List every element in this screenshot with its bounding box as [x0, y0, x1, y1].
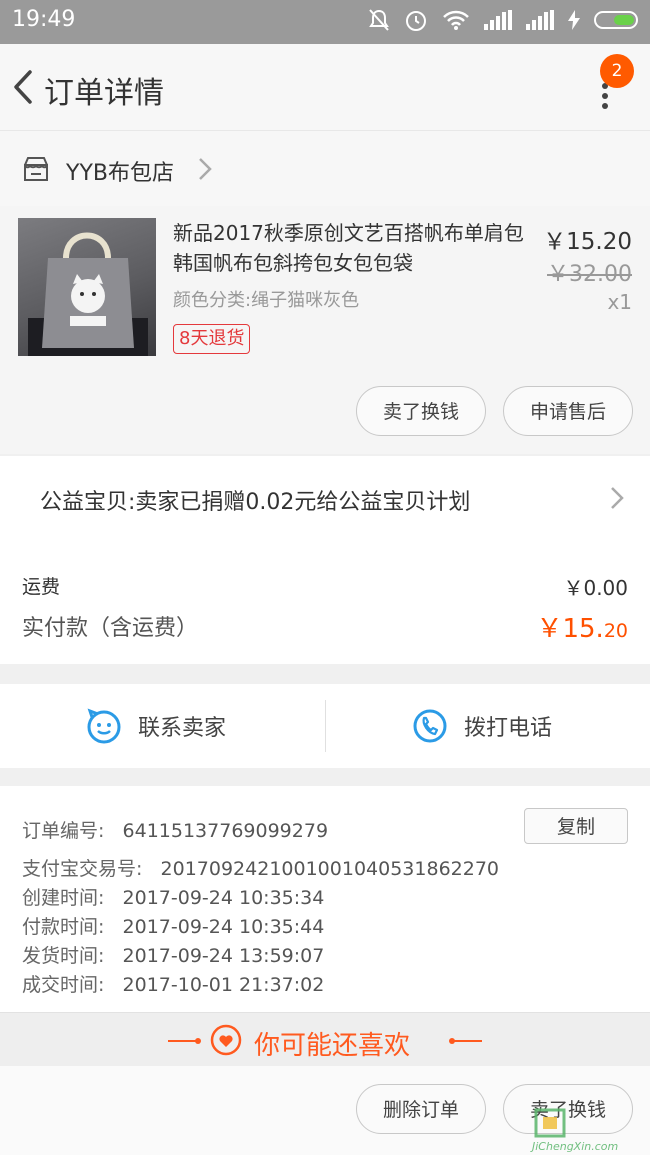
shop-name: YYB布包店 [66, 161, 174, 186]
product-quantity: x1 [607, 290, 632, 314]
watermark-text: JiChengXin.com [532, 1140, 619, 1153]
contact-bar: 联系卖家 拨打电话 [0, 684, 650, 768]
paid-time-row: 付款时间: 2017-09-24 10:35:44 [22, 916, 325, 938]
alipay-number: 2017092421001001040531862270 [160, 858, 500, 880]
signal-icon-2 [526, 10, 554, 30]
created-time: 2017-09-24 10:35:34 [122, 887, 325, 909]
shipped-time: 2017-09-24 13:59:07 [122, 945, 325, 967]
signal-icon [484, 10, 512, 30]
alipay-number-row: 支付宝交易号: 2017092421001001040531862270 [22, 858, 500, 880]
sell-button[interactable]: 卖了换钱 [356, 386, 486, 436]
divider-line-right [449, 1038, 482, 1044]
product-spec: 颜色分类:绳子猫咪灰色 [173, 290, 360, 311]
wifi-icon [443, 10, 469, 30]
back-icon[interactable] [6, 62, 46, 112]
chevron-right-icon [199, 158, 212, 180]
product-title[interactable]: 新品2017秋季原创文艺百搭帆布单肩包韩国帆布包斜挎包女包包袋 [173, 218, 533, 278]
alarm-icon [406, 11, 426, 31]
charity-row[interactable]: 公益宝贝:卖家已捐赠0.02元给公益宝贝计划 [0, 456, 650, 542]
total-paid-value: ￥15.20 [536, 614, 628, 644]
charging-icon [568, 10, 580, 30]
shop-row[interactable]: YYB布包店 [0, 130, 650, 207]
product-image[interactable] [18, 218, 156, 356]
shop-icon [24, 157, 48, 181]
created-time-row: 创建时间: 2017-09-24 10:35:34 [22, 887, 325, 909]
call-label: 拨打电话 [464, 716, 553, 741]
chat-icon [87, 708, 121, 744]
mute-icon [369, 9, 389, 31]
completed-time-row: 成交时间: 2017-10-01 21:37:02 [22, 974, 325, 996]
paid-time: 2017-09-24 10:35:44 [122, 916, 325, 938]
completed-time: 2017-10-01 21:37:02 [122, 974, 325, 996]
charity-text: 公益宝贝:卖家已捐赠0.02元给公益宝贝计划 [40, 490, 471, 515]
divider-line-left [168, 1038, 201, 1044]
notification-badge: 2 [600, 54, 634, 88]
fee-summary: 运费 ￥0.00 实付款（含运费） ￥15.20 [0, 542, 650, 664]
shipping-value: ￥0.00 [563, 576, 628, 600]
shipping-label: 运费 [22, 576, 61, 598]
product-price: ￥15.20 [543, 229, 632, 255]
after-sale-button[interactable]: 申请售后 [503, 386, 633, 436]
call-button[interactable]: 拨打电话 [412, 684, 552, 768]
order-number-row: 订单编号: 64115137769099279 [22, 820, 329, 842]
chevron-right-icon [611, 487, 624, 509]
status-time: 19:49 [12, 7, 76, 32]
contact-seller-button[interactable]: 联系卖家 [86, 684, 226, 768]
original-price: ￥32.00 [547, 262, 632, 287]
total-paid-label: 实付款（含运费） [22, 616, 199, 641]
recommend-header: 你可能还喜欢 [0, 1012, 650, 1067]
copy-button[interactable]: 复制 [524, 808, 628, 844]
app-header: 订单详情 2 [0, 44, 650, 130]
watermark-icon [534, 1108, 566, 1138]
phone-icon [413, 709, 447, 743]
delete-order-button[interactable]: 删除订单 [356, 1084, 486, 1134]
order-item: 新品2017秋季原创文艺百搭帆布单肩包韩国帆布包斜挎包女包包袋 颜色分类:绳子猫… [0, 206, 650, 454]
order-number: 64115137769099279 [122, 820, 329, 842]
watermark-logo: JiChengXin.com [532, 1108, 650, 1155]
order-info: 订单编号: 64115137769099279 复制 支付宝交易号: 20170… [0, 786, 650, 1012]
recommend-title: 你可能还喜欢 [254, 1031, 411, 1061]
contact-seller-label: 联系卖家 [138, 716, 227, 741]
heart-icon [210, 1024, 242, 1056]
battery-icon [594, 11, 638, 29]
return-policy-tag: 8天退货 [173, 324, 251, 354]
page-title: 订单详情 [44, 76, 164, 111]
shipped-time-row: 发货时间: 2017-09-24 13:59:07 [22, 945, 325, 967]
status-bar: 19:49 [0, 0, 650, 44]
